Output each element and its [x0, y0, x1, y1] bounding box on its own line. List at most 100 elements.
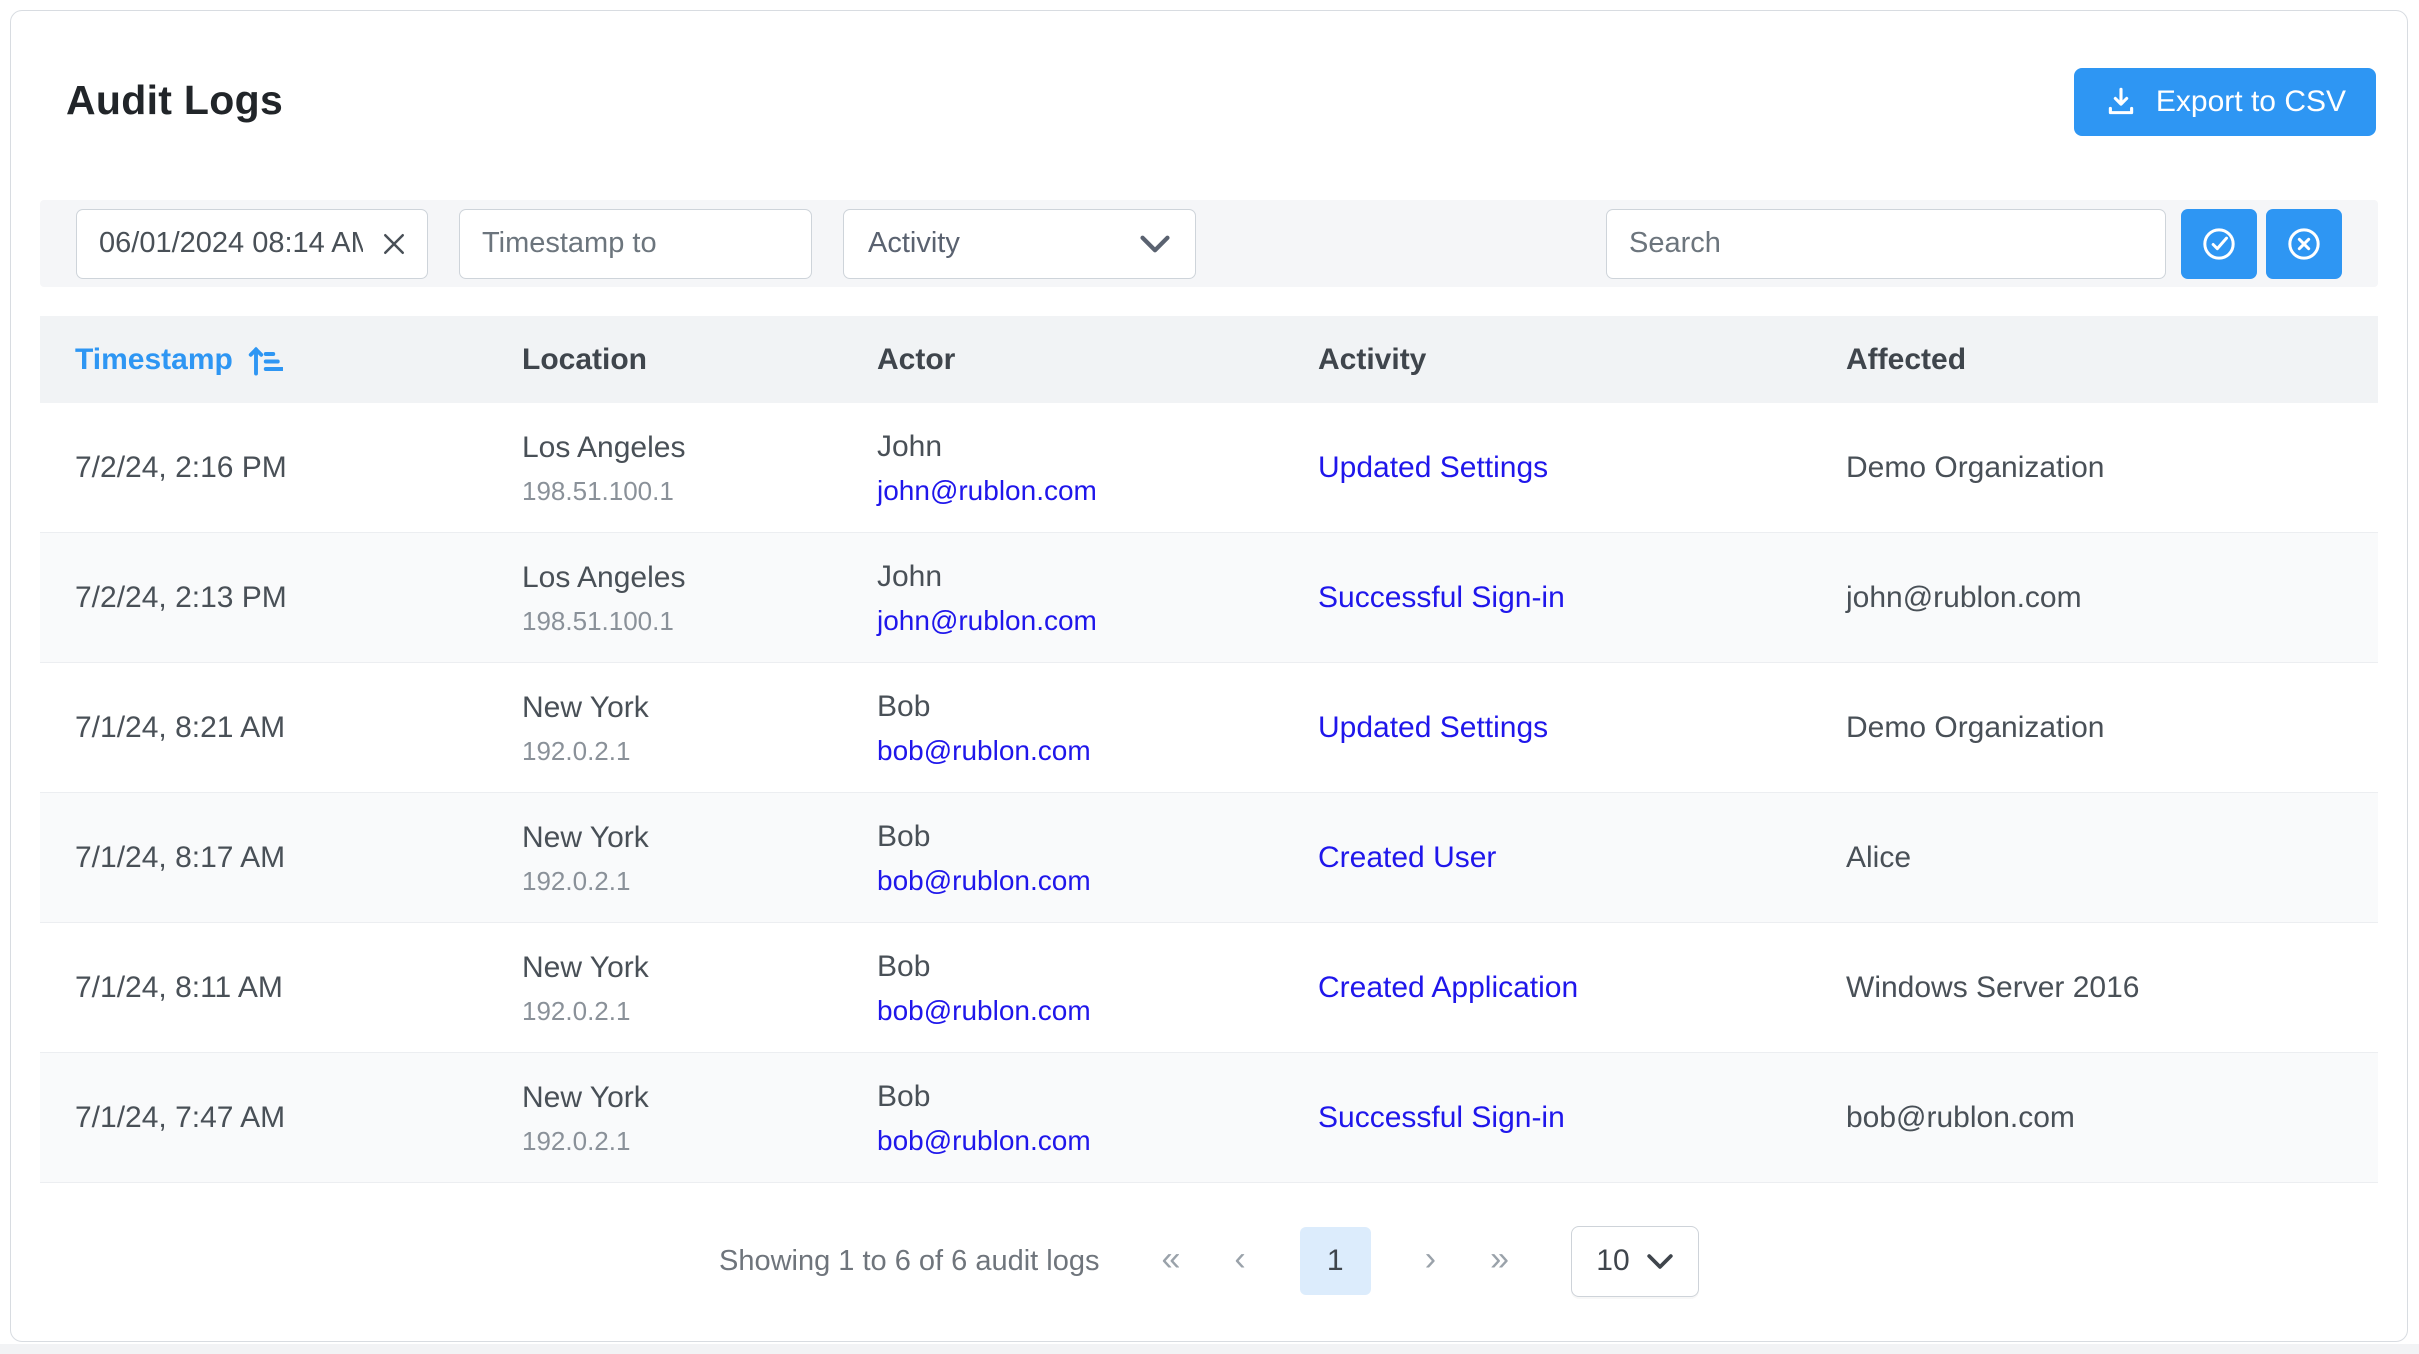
cell-timestamp: 7/1/24, 7:47 AM [40, 1101, 522, 1135]
actor-name: Bob [877, 1080, 1318, 1114]
row-timestamp: 7/1/24, 8:21 AM [75, 711, 285, 744]
apply-filters-button[interactable] [2181, 209, 2257, 279]
location-city: New York [522, 1081, 877, 1115]
actor-email-link[interactable]: bob@rublon.com [877, 866, 1318, 896]
cell-affected: john@rublon.com [1846, 581, 2378, 615]
table-row: 7/2/24, 2:13 PM Los Angeles 198.51.100.1… [40, 533, 2378, 663]
timestamp-to-input[interactable] [459, 209, 812, 279]
column-header-actor: Actor [877, 343, 1318, 377]
activity-filter-value: Activity [868, 227, 960, 260]
actor-email-link[interactable]: bob@rublon.com [877, 996, 1318, 1026]
cell-activity: Successful Sign-in [1318, 1101, 1846, 1135]
x-circle-icon [2284, 224, 2324, 264]
location-ip: 192.0.2.1 [522, 997, 877, 1025]
cell-actor: Bob bob@rublon.com [877, 820, 1318, 896]
affected-value: Demo Organization [1846, 451, 2104, 484]
last-page-button[interactable]: » [1490, 1242, 1509, 1280]
cell-actor: John john@rublon.com [877, 430, 1318, 506]
row-timestamp: 7/1/24, 8:11 AM [75, 971, 283, 1004]
chevron-down-icon [1646, 1253, 1674, 1270]
cell-affected: Demo Organization [1846, 711, 2378, 745]
column-header-affected: Affected [1846, 343, 2378, 377]
table-header-row: Timestamp Location Actor Activity Affect… [40, 316, 2378, 403]
row-timestamp: 7/1/24, 8:17 AM [75, 841, 285, 874]
cell-activity: Created Application [1318, 971, 1846, 1005]
page-size-value: 10 [1596, 1244, 1629, 1278]
previous-page-button[interactable]: ‹ [1234, 1242, 1245, 1280]
activity-link[interactable]: Successful Sign-in [1318, 1101, 1565, 1134]
table-row: 7/1/24, 8:11 AM New York 192.0.2.1 Bob b… [40, 923, 2378, 1053]
cell-location: New York 192.0.2.1 [522, 821, 877, 895]
cell-timestamp: 7/1/24, 8:21 AM [40, 711, 522, 745]
page-size-select[interactable]: 10 [1571, 1226, 1699, 1297]
audit-logs-card: Audit Logs Export to CSV Activity [10, 10, 2408, 1342]
affected-value: Windows Server 2016 [1846, 971, 2139, 1004]
affected-value: bob@rublon.com [1846, 1101, 2075, 1134]
pagination-controls: « ‹ 1 › » [1161, 1227, 1509, 1295]
actor-email-link[interactable]: bob@rublon.com [877, 1126, 1318, 1156]
cell-activity: Updated Settings [1318, 451, 1846, 485]
cell-affected: Alice [1846, 841, 2378, 875]
pagination-summary: Showing 1 to 6 of 6 audit logs [719, 1245, 1099, 1278]
clear-filters-button[interactable] [2266, 209, 2342, 279]
location-ip: 192.0.2.1 [522, 1127, 877, 1155]
filter-bar: Activity [40, 200, 2378, 287]
cell-location: New York 192.0.2.1 [522, 951, 877, 1025]
cell-location: New York 192.0.2.1 [522, 691, 877, 765]
column-header-activity: Activity [1318, 343, 1846, 377]
actor-email-link[interactable]: john@rublon.com [877, 606, 1318, 636]
activity-filter-select[interactable]: Activity [843, 209, 1196, 279]
location-city: New York [522, 951, 877, 985]
affected-value: Demo Organization [1846, 711, 2104, 744]
location-ip: 192.0.2.1 [522, 737, 877, 765]
cell-location: New York 192.0.2.1 [522, 1081, 877, 1155]
row-timestamp: 7/1/24, 7:47 AM [75, 1101, 285, 1134]
cell-activity: Successful Sign-in [1318, 581, 1846, 615]
location-ip: 192.0.2.1 [522, 867, 877, 895]
actor-name: John [877, 430, 1318, 464]
location-city: New York [522, 821, 877, 855]
activity-link[interactable]: Created User [1318, 841, 1496, 874]
actor-email-link[interactable]: john@rublon.com [877, 476, 1318, 506]
affected-value: Alice [1846, 841, 1911, 874]
affected-value: john@rublon.com [1846, 581, 2082, 614]
export-csv-button[interactable]: Export to CSV [2074, 68, 2376, 136]
table-body: 7/2/24, 2:16 PM Los Angeles 198.51.100.1… [40, 403, 2378, 1183]
activity-link[interactable]: Successful Sign-in [1318, 581, 1565, 614]
search-input[interactable] [1606, 209, 2166, 279]
clear-date-icon[interactable] [376, 226, 412, 262]
download-icon [2104, 85, 2138, 119]
cell-actor: John john@rublon.com [877, 560, 1318, 636]
cell-location: Los Angeles 198.51.100.1 [522, 431, 877, 505]
export-csv-label: Export to CSV [2156, 85, 2346, 119]
table-row: 7/1/24, 7:47 AM New York 192.0.2.1 Bob b… [40, 1053, 2378, 1183]
actor-email-link[interactable]: bob@rublon.com [877, 736, 1318, 766]
cell-affected: bob@rublon.com [1846, 1101, 2378, 1135]
sort-ascending-icon [247, 343, 283, 377]
location-ip: 198.51.100.1 [522, 477, 877, 505]
location-ip: 198.51.100.1 [522, 607, 877, 635]
activity-link[interactable]: Updated Settings [1318, 711, 1548, 744]
timestamp-from-field [76, 209, 428, 279]
activity-link[interactable]: Updated Settings [1318, 451, 1548, 484]
current-page-button[interactable]: 1 [1300, 1227, 1371, 1295]
cell-activity: Created User [1318, 841, 1846, 875]
table-row: 7/2/24, 2:16 PM Los Angeles 198.51.100.1… [40, 403, 2378, 533]
pagination-bar: Showing 1 to 6 of 6 audit logs « ‹ 1 › »… [11, 1216, 2407, 1306]
actor-name: Bob [877, 690, 1318, 724]
activity-link[interactable]: Created Application [1318, 971, 1578, 1004]
location-city: Los Angeles [522, 431, 877, 465]
column-header-timestamp[interactable]: Timestamp [40, 343, 522, 377]
actor-name: John [877, 560, 1318, 594]
cell-timestamp: 7/1/24, 8:17 AM [40, 841, 522, 875]
chevron-down-icon [1139, 234, 1171, 254]
cell-timestamp: 7/2/24, 2:16 PM [40, 451, 522, 485]
cell-affected: Windows Server 2016 [1846, 971, 2378, 1005]
cell-location: Los Angeles 198.51.100.1 [522, 561, 877, 635]
first-page-button[interactable]: « [1161, 1242, 1180, 1280]
location-city: New York [522, 691, 877, 725]
column-header-location: Location [522, 343, 877, 377]
cell-affected: Demo Organization [1846, 451, 2378, 485]
next-page-button[interactable]: › [1425, 1242, 1436, 1280]
cell-actor: Bob bob@rublon.com [877, 1080, 1318, 1156]
